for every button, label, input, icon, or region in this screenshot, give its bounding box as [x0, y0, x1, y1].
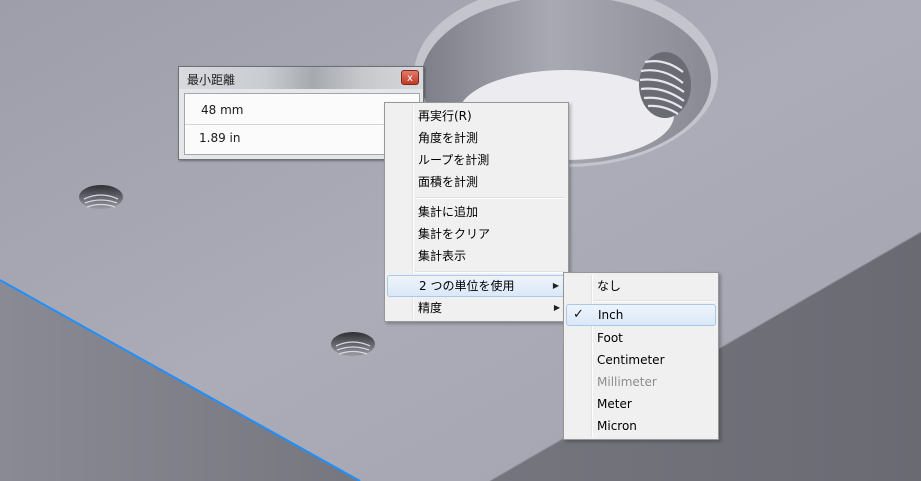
menu-separator — [594, 300, 715, 302]
menu-item-measure-area[interactable]: 面積を計測 — [387, 171, 566, 193]
submenu-item-none[interactable]: なし — [566, 275, 716, 297]
menu-separator — [415, 271, 565, 273]
threaded-hole-bore[interactable] — [639, 52, 691, 118]
dialog-title: 最小距離 — [187, 73, 236, 87]
threaded-hole-center[interactable] — [331, 332, 375, 356]
chevron-right-icon: ▶ — [553, 303, 560, 312]
submenu-item-micron[interactable]: Micron — [566, 415, 716, 437]
menu-item-label: 2 つの単位を使用 — [419, 279, 515, 293]
menu-item-measure-loop[interactable]: ループを計測 — [387, 149, 566, 171]
menu-item-add-to-total[interactable]: 集計に追加 — [387, 201, 566, 223]
threaded-hole-left[interactable] — [79, 185, 123, 209]
chevron-right-icon: ▶ — [552, 281, 559, 290]
menu-item-measure-angle[interactable]: 角度を計測 — [387, 127, 566, 149]
menu-item-dual-units[interactable]: 2 つの単位を使用 ▶ — [387, 275, 566, 297]
menu-item-show-total[interactable]: 集計表示 — [387, 245, 566, 267]
menu-item-clear-total[interactable]: 集計をクリア — [387, 223, 566, 245]
submenu-item-centimeter[interactable]: Centimeter — [566, 349, 716, 371]
context-menu: 再実行(R) 角度を計測 ループを計測 面積を計測 集計に追加 集計をクリア 集… — [384, 102, 569, 322]
menu-item-repeat[interactable]: 再実行(R) — [387, 105, 566, 127]
menu-separator — [415, 197, 565, 199]
check-icon: ✓ — [573, 307, 584, 322]
submenu-item-label: Inch — [598, 308, 624, 322]
submenu-item-inch[interactable]: ✓ Inch — [566, 304, 716, 326]
menu-item-label: 精度 — [418, 301, 443, 315]
dialog-titlebar[interactable]: 最小距離 x — [179, 67, 423, 89]
submenu-item-millimeter: Millimeter — [597, 375, 657, 389]
submenu-item-meter[interactable]: Meter — [566, 393, 716, 415]
close-icon[interactable]: x — [401, 70, 419, 85]
submenu-item-foot[interactable]: Foot — [566, 327, 716, 349]
units-submenu: なし ✓ Inch Foot Centimeter Millimeter Met… — [563, 272, 719, 440]
menu-item-precision[interactable]: 精度 ▶ — [387, 297, 566, 319]
